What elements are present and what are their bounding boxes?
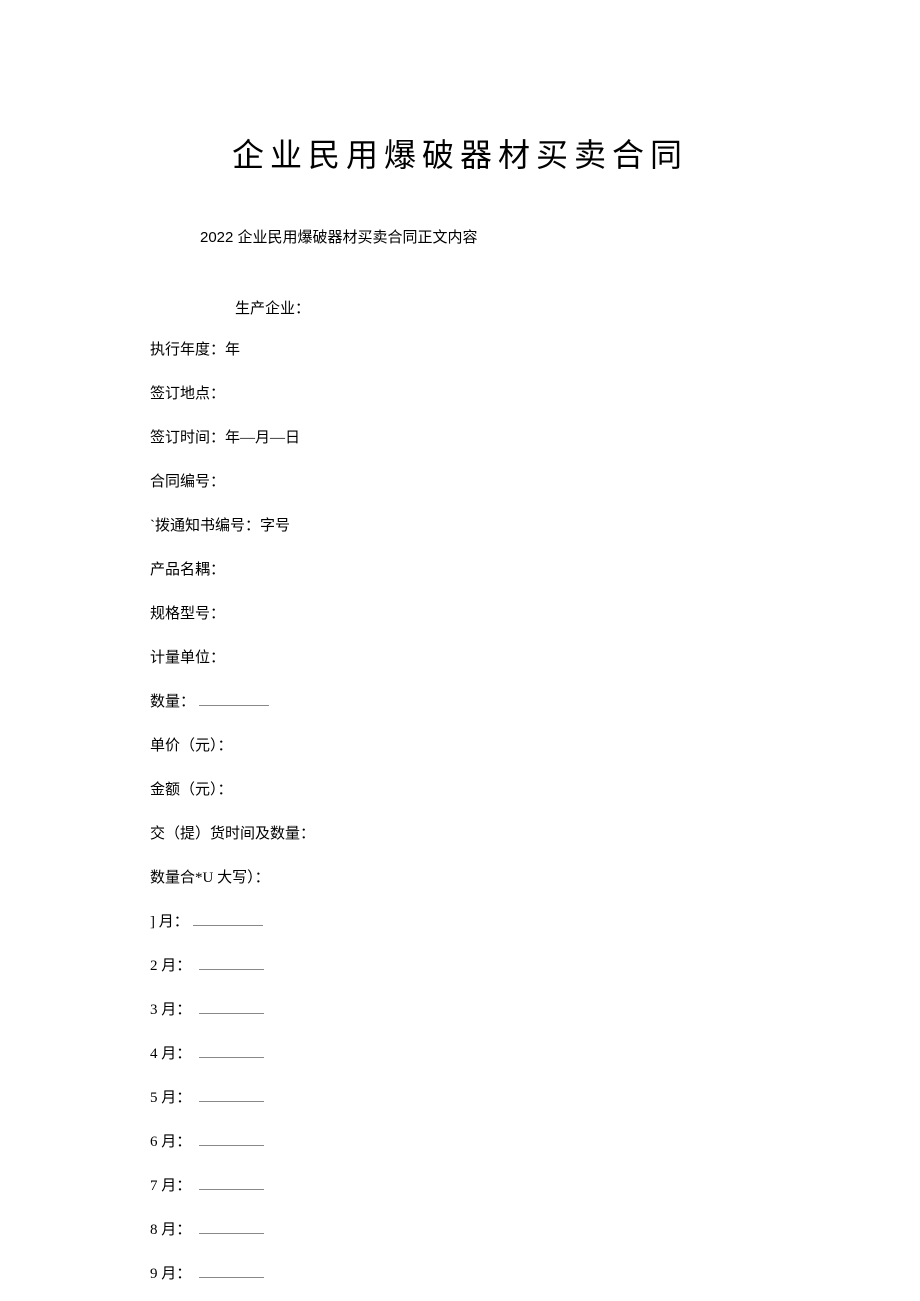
month-5-label: 5 月： — [150, 1090, 191, 1106]
unit-line: 计量单位： — [150, 646, 770, 670]
producer-line: 生产企业： — [235, 297, 770, 318]
month-1-blank — [193, 914, 263, 926]
quantity-label: 数量： — [150, 694, 195, 710]
month-1-label: ] 月： — [150, 914, 189, 930]
month-8-label: 8 月： — [150, 1222, 191, 1238]
spec-line: 规格型号： — [150, 602, 770, 626]
month-6-line: 6 月： — [150, 1130, 770, 1154]
month-5-blank — [199, 1090, 264, 1102]
delivery-line: 交（提）货时间及数量： — [150, 822, 770, 846]
quantity-blank — [199, 694, 269, 706]
month-7-line: 7 月： — [150, 1174, 770, 1198]
month-3-line: 3 月： — [150, 998, 770, 1022]
month-9-line: 9 月： — [150, 1262, 770, 1286]
month-6-label: 6 月： — [150, 1134, 191, 1150]
month-4-line: 4 月： — [150, 1042, 770, 1066]
month-3-label: 3 月： — [150, 1002, 191, 1018]
product-name-line: 产品名耦： — [150, 558, 770, 582]
month-8-line: 8 月： — [150, 1218, 770, 1242]
month-9-label: 9 月： — [150, 1266, 191, 1282]
contract-no-line: 合同编号： — [150, 470, 770, 494]
month-8-blank — [199, 1222, 264, 1234]
amount-line: 金额（元）： — [150, 778, 770, 802]
month-4-blank — [199, 1046, 264, 1058]
price-line: 单价（元）： — [150, 734, 770, 758]
subtitle-text: 2022 企业民用爆破器材买卖合同正文内容 — [200, 226, 770, 247]
sign-location-line: 签订地点： — [150, 382, 770, 406]
month-6-blank — [199, 1134, 264, 1146]
quantity-line: 数量： — [150, 690, 770, 714]
month-2-blank — [199, 958, 264, 970]
month-7-blank — [199, 1178, 264, 1190]
quantity-sum-line: 数量合*U 大写）： — [150, 866, 770, 890]
sign-time-line: 签订时间：年—月—日 — [150, 426, 770, 450]
month-4-label: 4 月： — [150, 1046, 191, 1062]
notice-no-line: `拨通知书编号：字号 — [150, 514, 770, 538]
month-7-label: 7 月： — [150, 1178, 191, 1194]
month-9-blank — [199, 1266, 264, 1278]
month-2-label: 2 月： — [150, 958, 191, 974]
month-5-line: 5 月： — [150, 1086, 770, 1110]
month-2-line: 2 月： — [150, 954, 770, 978]
page-title: 企业民用爆破器材买卖合同 — [150, 130, 770, 176]
month-3-blank — [199, 1002, 264, 1014]
month-1-line: ] 月： — [150, 910, 770, 934]
exec-year-line: 执行年度：年 — [150, 338, 770, 362]
